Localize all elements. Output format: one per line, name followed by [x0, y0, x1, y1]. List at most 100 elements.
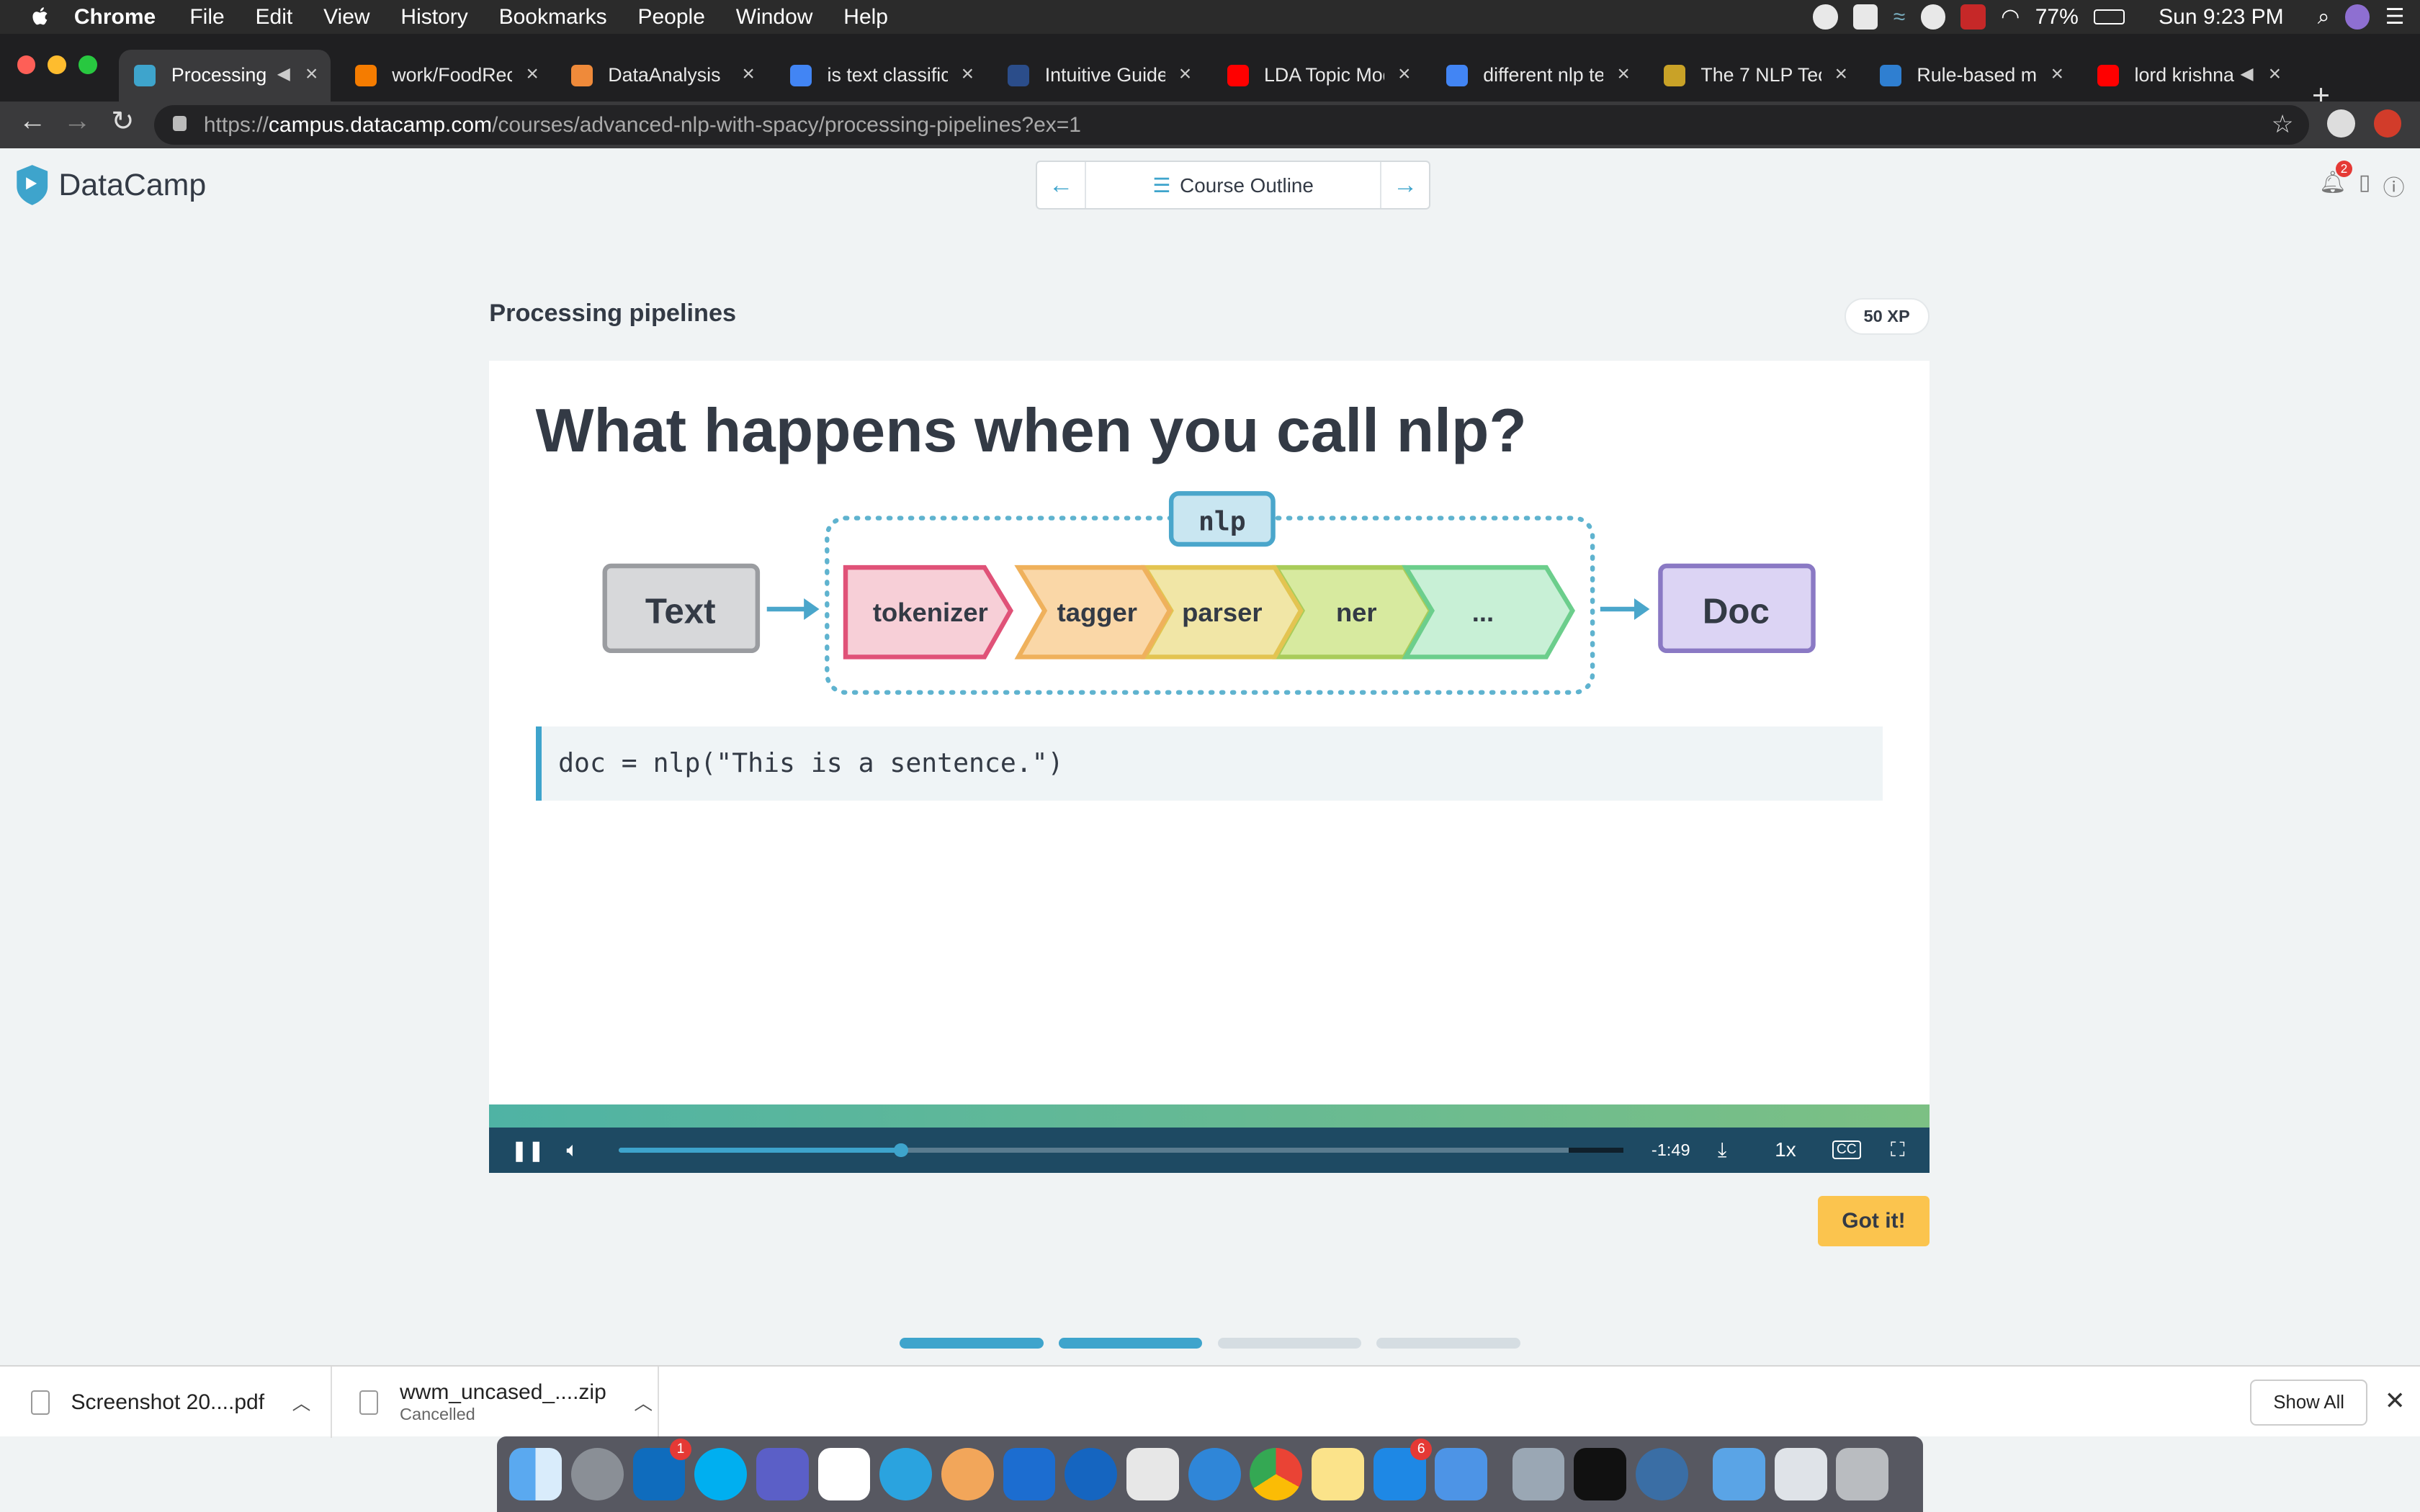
- menu-window[interactable]: Window: [736, 5, 813, 30]
- apple-icon[interactable]: [28, 4, 53, 29]
- folder-app-icon[interactable]: [1435, 1448, 1488, 1500]
- back-button[interactable]: ←: [19, 105, 47, 137]
- terminal-icon[interactable]: [1574, 1448, 1627, 1500]
- outlook-icon[interactable]: 1: [632, 1439, 691, 1500]
- menu-history[interactable]: History: [400, 5, 467, 30]
- wifi-icon[interactable]: ◠: [2001, 4, 2020, 30]
- playback-speed[interactable]: 1x: [1775, 1138, 1796, 1161]
- skype-icon[interactable]: [694, 1448, 748, 1500]
- slack-icon[interactable]: [817, 1448, 871, 1500]
- next-exercise-button[interactable]: →: [1379, 161, 1430, 209]
- close-window-button[interactable]: [17, 55, 36, 74]
- address-bar[interactable]: https://campus.datacamp.com/courses/adva…: [154, 104, 2309, 145]
- system-preferences-icon[interactable]: [570, 1448, 624, 1500]
- shield-status-icon[interactable]: [1853, 4, 1878, 30]
- spotlight-search-icon[interactable]: ⌕: [2318, 5, 2330, 30]
- forward-button[interactable]: →: [63, 105, 91, 137]
- browser-tab[interactable]: different nlp te ×: [1430, 50, 1642, 102]
- menu-file[interactable]: File: [189, 5, 224, 30]
- close-tab-icon[interactable]: ×: [1834, 62, 1847, 86]
- safari-icon[interactable]: [1188, 1448, 1241, 1500]
- siri-icon[interactable]: [2344, 4, 2370, 30]
- menu-bookmarks[interactable]: Bookmarks: [499, 5, 607, 30]
- closed-captions-icon[interactable]: CC: [1832, 1140, 1861, 1159]
- volume-icon[interactable]: 🔈︎: [566, 1138, 578, 1162]
- browser-tab[interactable]: work/FoodReco ×: [339, 50, 551, 102]
- documents-stack-icon[interactable]: [1774, 1448, 1827, 1500]
- datacamp-logo[interactable]: DataCamp: [14, 163, 206, 207]
- tab-audio-icon[interactable]: ◀︎: [277, 63, 290, 84]
- finder-icon[interactable]: [509, 1448, 562, 1500]
- menu-app-name[interactable]: Chrome: [74, 5, 156, 30]
- chevron-up-icon[interactable]: ︿: [292, 1389, 311, 1416]
- slide-dot[interactable]: [900, 1337, 1044, 1349]
- close-shelf-icon[interactable]: ✕: [2385, 1387, 2406, 1416]
- menu-help[interactable]: Help: [843, 5, 888, 30]
- downloads-folder-icon[interactable]: [1713, 1448, 1765, 1500]
- previous-exercise-button[interactable]: ←: [1037, 161, 1087, 209]
- zoom-window-button[interactable]: [79, 55, 97, 74]
- preview-icon[interactable]: [1512, 1448, 1565, 1500]
- mcafee-icon[interactable]: [1960, 4, 1986, 30]
- photos-flower-icon[interactable]: [941, 1448, 994, 1500]
- teapot-app-icon[interactable]: [1126, 1448, 1179, 1500]
- telegram-icon[interactable]: [879, 1448, 933, 1500]
- close-tab-icon[interactable]: ×: [1179, 62, 1192, 86]
- close-tab-icon[interactable]: ×: [305, 62, 318, 86]
- browser-tab[interactable]: Processing ◀︎ ×: [119, 49, 331, 102]
- download-item-2[interactable]: wwm_uncased_....zip Cancelled ︿: [359, 1367, 659, 1438]
- browser-tab[interactable]: Intuitive Guide t ×: [992, 50, 1204, 102]
- close-tab-icon[interactable]: ×: [1398, 62, 1411, 86]
- battery-icon[interactable]: [2094, 9, 2125, 25]
- telegram-status-icon[interactable]: [1813, 4, 1838, 30]
- slide-dot[interactable]: [1376, 1337, 1520, 1349]
- close-tab-icon[interactable]: ×: [2051, 62, 2063, 86]
- close-tab-icon[interactable]: ×: [742, 62, 755, 86]
- profile-icon[interactable]: [2327, 109, 2355, 138]
- browser-tab[interactable]: LDA Topic Mod ×: [1211, 50, 1423, 102]
- pause-icon[interactable]: ❚❚: [511, 1138, 544, 1162]
- notification-center-icon[interactable]: ☰: [2385, 4, 2405, 30]
- chrome-icon[interactable]: [1250, 1448, 1303, 1500]
- extension-icon[interactable]: [2373, 109, 2402, 138]
- download-item-1[interactable]: Screenshot 20....pdf ︿: [30, 1367, 332, 1438]
- fullscreen-icon[interactable]: ⛶: [1891, 1138, 1905, 1162]
- show-all-button[interactable]: Show All: [2250, 1379, 2368, 1426]
- trash-icon[interactable]: [1836, 1448, 1889, 1500]
- close-tab-icon[interactable]: ×: [2269, 62, 2282, 86]
- clock[interactable]: Sun 9:23 PM: [2159, 5, 2283, 30]
- globe-status-icon[interactable]: [1920, 4, 1945, 30]
- notes-icon[interactable]: [1312, 1448, 1364, 1500]
- activity-icon[interactable]: ≈: [1894, 5, 1905, 30]
- video-seek-bar[interactable]: [619, 1143, 1624, 1158]
- reload-button[interactable]: ↻: [111, 105, 134, 138]
- course-outline-button[interactable]: ☰ Course Outline: [1086, 174, 1379, 197]
- bookmark-star-icon[interactable]: ☆: [2272, 105, 2294, 145]
- slide-dot[interactable]: [1058, 1337, 1203, 1349]
- teams-icon[interactable]: [756, 1448, 809, 1500]
- download-icon[interactable]: ⤓: [1718, 1138, 1726, 1162]
- browser-tab[interactable]: The 7 NLP Tech ×: [1649, 50, 1860, 102]
- tab-audio-icon[interactable]: ◀︎: [2240, 63, 2253, 84]
- got-it-button[interactable]: Got it!: [1818, 1195, 1930, 1247]
- menu-view[interactable]: View: [323, 5, 369, 30]
- close-tab-icon[interactable]: ×: [1617, 62, 1630, 86]
- browser-tab[interactable]: DataAnalysis ×: [555, 50, 767, 102]
- video-seek-handle[interactable]: [894, 1143, 908, 1158]
- browser-tab[interactable]: Rule-based ma ×: [1865, 50, 2076, 102]
- close-tab-icon[interactable]: ×: [962, 62, 974, 86]
- menu-edit[interactable]: Edit: [256, 5, 293, 30]
- app-store-icon[interactable]: 6: [1373, 1439, 1433, 1500]
- report-issue-icon[interactable]: ⓘ: [2383, 170, 2405, 202]
- slide-dot[interactable]: [1217, 1337, 1361, 1349]
- minimize-window-button[interactable]: [48, 55, 67, 74]
- slides-pdf-icon[interactable]: ▯: [2359, 170, 2371, 202]
- chevron-up-icon[interactable]: ︿: [634, 1389, 653, 1416]
- close-tab-icon[interactable]: ×: [526, 62, 539, 86]
- circle-app-icon[interactable]: [1635, 1448, 1688, 1500]
- xcode-icon[interactable]: [1003, 1448, 1056, 1500]
- notifications-bell-icon[interactable]: 🔔︎ 2: [2319, 160, 2353, 202]
- browser-tab[interactable]: is text classifica ×: [775, 50, 987, 102]
- browser-tab[interactable]: lord krishna ◀︎ ×: [2082, 50, 2294, 102]
- maps-pin-icon[interactable]: [1065, 1448, 1118, 1500]
